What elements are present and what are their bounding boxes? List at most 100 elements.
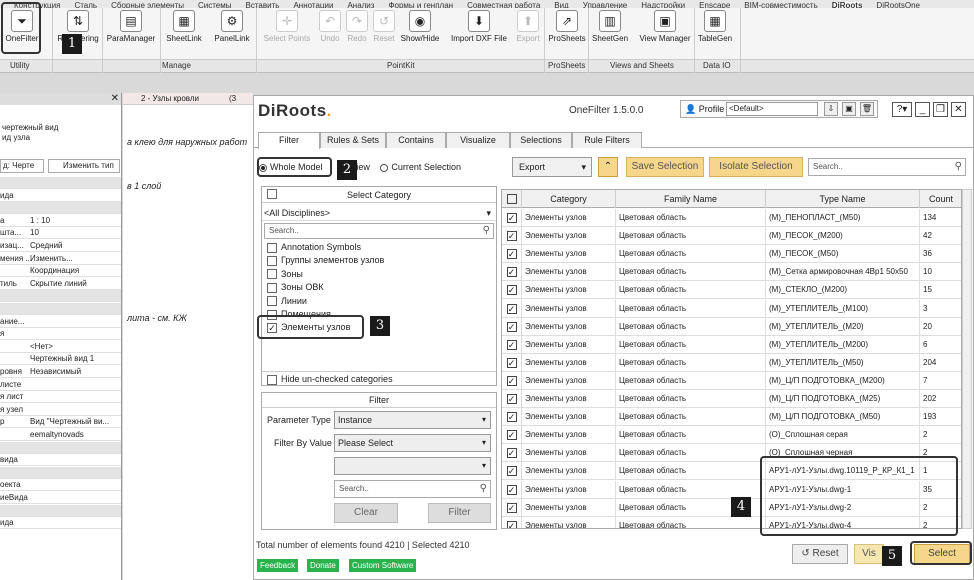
property-row[interactable]: иеВида: [0, 492, 121, 504]
hide-unchecked-option[interactable]: Hide un-checked categories: [262, 371, 496, 386]
grid-search-input[interactable]: Search.. ⚲: [808, 158, 966, 176]
property-row[interactable]: [0, 290, 121, 303]
maximize-icon[interactable]: ❐: [933, 102, 948, 117]
property-row[interactable]: я: [0, 328, 121, 341]
property-row[interactable]: ида: [0, 517, 121, 530]
row-checkbox[interactable]: ✓: [506, 430, 517, 441]
category-checkbox[interactable]: [267, 256, 277, 267]
visible-button[interactable]: Vis: [854, 544, 884, 564]
property-row[interactable]: eemaltynovads: [0, 429, 121, 441]
row-checkbox[interactable]: ✓: [506, 394, 517, 404]
select-all-checkbox[interactable]: [267, 189, 277, 199]
panellink-button[interactable]: ⚙ PanelLink: [212, 10, 252, 54]
tab-visualize[interactable]: Visualize: [446, 132, 510, 148]
column-family-name[interactable]: Family Name: [616, 190, 766, 208]
category-checkbox[interactable]: [267, 282, 277, 293]
property-row[interactable]: ровня Независимый: [0, 366, 121, 378]
row-checkbox[interactable]: ✓: [506, 231, 517, 242]
custom-software-link[interactable]: Custom Software: [349, 559, 417, 572]
download-profile-icon[interactable]: ⇩: [824, 102, 838, 116]
property-row[interactable]: ание...: [0, 316, 121, 328]
select-points-button[interactable]: ✛ Select Points: [262, 10, 312, 54]
prosheets-button[interactable]: ⇗ ProSheets: [547, 10, 587, 54]
row-checkbox[interactable]: ✓: [506, 357, 517, 368]
table-row[interactable]: ✓ Элементы узлов Цветовая область (М)_ПЕСОК…: [502, 227, 961, 246]
table-row[interactable]: ✓ Элементы узлов Цветовая область (М)_Ц/П П…: [502, 408, 961, 427]
row-checkbox[interactable]: ✓: [506, 249, 517, 260]
sheetgen-button[interactable]: ▥ SheetGen: [590, 10, 630, 54]
property-row[interactable]: [0, 303, 121, 315]
donate-link[interactable]: Donate: [307, 559, 339, 572]
row-checkbox[interactable]: ✓: [506, 502, 517, 513]
property-row[interactable]: вида: [0, 454, 121, 467]
property-row[interactable]: шта... 10: [0, 227, 121, 240]
property-row[interactable]: я лист: [0, 391, 121, 404]
save-selection-button[interactable]: Save Selection: [626, 157, 704, 177]
paramanager-button[interactable]: ▤ ParaManager: [105, 10, 157, 54]
row-checkbox[interactable]: ✓: [506, 520, 517, 528]
table-row[interactable]: ✓ Элементы узлов Цветовая область (М)_СТЕКЛ…: [502, 281, 961, 300]
property-row[interactable]: мения ... Изменить...: [0, 253, 121, 265]
tab-rule-filters[interactable]: Rule Filters: [572, 132, 642, 148]
value-search-input[interactable]: Search.. ⚲: [334, 480, 491, 498]
property-row[interactable]: ида: [0, 190, 121, 202]
table-row[interactable]: ✓ Элементы узлов Цветовая область (М)_Сетка…: [502, 263, 961, 282]
profile-select[interactable]: <Default>: [726, 102, 818, 116]
row-checkbox[interactable]: ✓: [506, 412, 517, 423]
undo-button[interactable]: ↶ Undo: [318, 10, 342, 54]
table-row[interactable]: ✓ Элементы узлов Цветовая область (М)_ПЕСОК…: [502, 245, 961, 264]
column-category[interactable]: Category: [522, 190, 616, 208]
filter-by-value-select[interactable]: Please Select ▾: [334, 434, 491, 452]
tablegen-button[interactable]: ▦ TableGen: [696, 10, 734, 54]
export-dropdown[interactable]: Export ▾: [512, 157, 592, 177]
scope-current-selection[interactable]: Current Selection: [380, 162, 461, 172]
property-row[interactable]: [0, 466, 121, 479]
view-tab[interactable]: 2 - Узлы кровли (3: [123, 93, 253, 105]
row-checkbox[interactable]: ✓: [506, 267, 517, 278]
hide-unchecked-checkbox[interactable]: [267, 374, 277, 385]
value-select[interactable]: ▾: [334, 457, 491, 475]
property-row[interactable]: я узел: [0, 404, 121, 416]
property-row[interactable]: тиль Скрытие линий: [0, 278, 121, 290]
property-row[interactable]: Координация: [0, 265, 121, 278]
property-row[interactable]: изац... Средний: [0, 240, 121, 252]
property-row[interactable]: Чертежный вид 1: [0, 353, 121, 366]
row-checkbox[interactable]: ✓: [506, 303, 517, 314]
category-checkbox[interactable]: [267, 269, 277, 280]
property-row[interactable]: [0, 504, 121, 517]
drawing-view[interactable]: 2 - Узлы кровли (3 а клею для наружных ра…: [123, 93, 253, 580]
select-all-rows-checkbox[interactable]: [506, 194, 517, 204]
table-row[interactable]: ✓ Элементы узлов Цветовая область (М)_УТЕПЛ…: [502, 335, 961, 354]
column-type-name[interactable]: Type Name: [766, 190, 920, 208]
discipline-select[interactable]: <All Disciplines> ▾: [262, 205, 496, 221]
property-row[interactable]: а 1 : 10: [0, 215, 121, 227]
tab-filter[interactable]: Filter: [258, 132, 320, 149]
collapse-icon[interactable]: ⌃: [598, 157, 618, 177]
category-item[interactable]: Группы элементов узлов: [267, 254, 384, 267]
show-hide-button[interactable]: ◉ Show/Hide: [398, 10, 442, 54]
row-checkbox[interactable]: ✓: [506, 285, 517, 296]
row-checkbox[interactable]: ✓: [506, 339, 517, 350]
clear-button[interactable]: Clear: [334, 503, 398, 523]
category-item[interactable]: Зоны: [267, 268, 303, 280]
grid-scrollbar[interactable]: [962, 189, 972, 529]
category-item[interactable]: Annotation Symbols: [267, 241, 361, 253]
tab-rules-sets[interactable]: Rules & Sets: [320, 132, 386, 148]
isolate-selection-button[interactable]: Isolate Selection: [709, 157, 803, 177]
view-type-select[interactable]: д: Черте: [0, 159, 44, 173]
column-count[interactable]: Count: [920, 190, 961, 208]
property-row[interactable]: листе: [0, 379, 121, 391]
property-row[interactable]: [0, 202, 121, 215]
view-manager-button[interactable]: ▣ View Manager: [637, 10, 693, 54]
row-checkbox[interactable]: ✓: [506, 484, 517, 495]
row-checkbox[interactable]: ✓: [506, 466, 517, 477]
row-checkbox[interactable]: ✓: [506, 448, 517, 459]
property-row[interactable]: оекта: [0, 479, 121, 492]
property-row[interactable]: [0, 441, 121, 454]
row-checkbox[interactable]: ✓: [506, 213, 517, 223]
edit-type-button[interactable]: Изменить тип: [48, 159, 120, 173]
minimize-icon[interactable]: _: [915, 102, 930, 117]
category-search-input[interactable]: Search.. ⚲: [264, 223, 494, 239]
redo-button[interactable]: ↷ Redo: [344, 10, 370, 54]
parameter-type-select[interactable]: Instance ▾: [334, 411, 491, 429]
